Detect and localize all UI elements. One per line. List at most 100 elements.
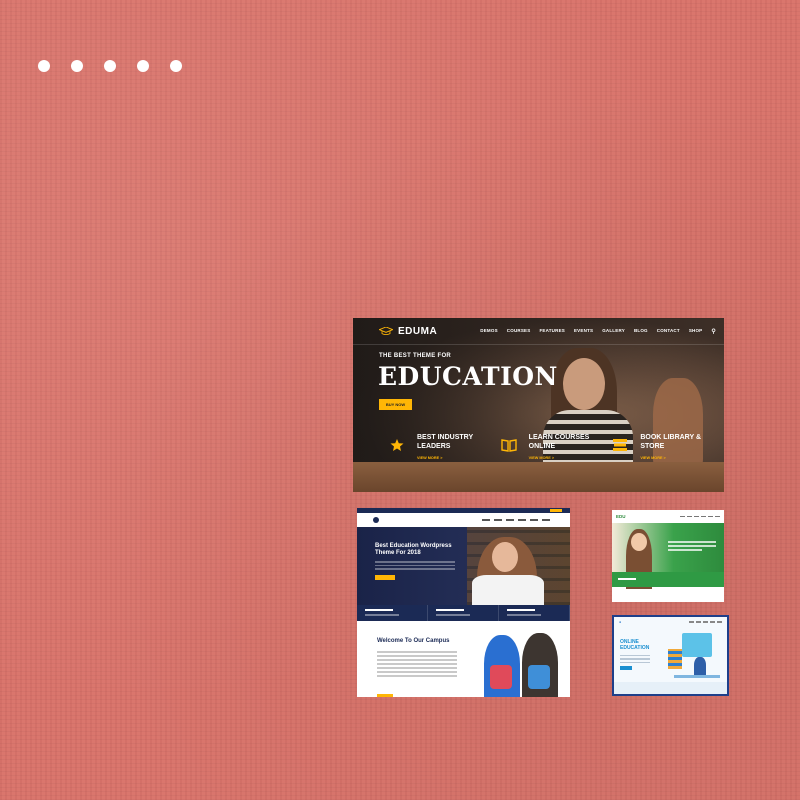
student-face [563,358,605,410]
slide-dots [38,60,182,72]
nav-item[interactable] [542,519,550,521]
top-bar-button[interactable] [550,509,562,512]
nav-item[interactable] [518,519,526,521]
books [668,649,682,669]
campus-button[interactable] [377,694,393,697]
menu-item-contact[interactable]: CONTACT [657,328,680,335]
navbar: EDU [612,510,724,524]
nav-item[interactable] [506,519,514,521]
navbar [357,513,570,528]
student-face [492,542,518,572]
feature-title: BOOK LIBRARY & [640,434,702,441]
backpack [528,665,550,689]
dot [170,60,182,72]
menu-item-courses[interactable]: COURSES [507,328,531,335]
menu-item-blog[interactable]: BLOG [634,328,648,335]
dot [38,60,50,72]
nav-menu [680,515,720,518]
view-more-link[interactable]: VIEW MORE > [417,456,473,460]
menu-item-shop[interactable]: SHOP [689,328,703,335]
hero-button[interactable] [620,666,632,670]
eduma-logo[interactable]: EDUMA [379,326,437,337]
online-education-screenshot: ● ONLINE EDUCATION [612,615,729,696]
menu-item-gallery[interactable]: GALLERY [602,328,625,335]
nav-item[interactable] [717,621,722,623]
feature-row: BEST INDUSTRY LEADERS VIEW MORE > LEARN … [379,426,714,472]
hero-text [375,561,455,572]
nav-item[interactable] [715,515,720,518]
buy-now-button[interactable]: BUY NOW [379,399,412,410]
eduma-navbar: EDUMA DEMOS COURSES FEATURES EVENTS GALL… [353,318,724,345]
page-frame: ● ONLINE EDUCATION [614,617,727,694]
feature-strip [357,605,570,621]
menu-item-features[interactable]: FEATURES [539,328,565,335]
feature-item[interactable] [499,605,570,621]
dot [137,60,149,72]
feature-learn-courses[interactable]: LEARN COURSES ONLINE VIEW MORE > [491,426,603,472]
edukat-screenshot: EDU [612,510,724,602]
book-stack-icon [613,439,628,451]
hero-section [612,523,724,589]
eduma-screenshot: EDUMA DEMOS COURSES FEATURES EVENTS GALL… [353,318,724,492]
hero-title: Best Education Wordpress Theme For 2018 [375,543,452,556]
logo-text: EDUMA [398,325,438,337]
hero-text [620,655,650,665]
hero-bar [612,572,724,587]
campus-heading: Welcome To Our Campus [377,638,450,644]
nav-item[interactable] [696,621,701,623]
hero-title-line: EDUCATION [620,645,650,651]
campus-text [377,651,457,679]
feature-title: BEST INDUSTRY [417,434,474,441]
hero-title: ONLINE EDUCATION [620,639,649,651]
nav-item[interactable] [701,515,706,518]
hero-button[interactable] [375,575,395,580]
hero-headline: EDUCATION [378,362,558,391]
logo-mark-icon [373,517,379,523]
nav-item[interactable] [689,621,694,623]
dot [71,60,83,72]
site-logo[interactable]: EDU [616,514,626,519]
nav-item[interactable] [687,515,692,518]
nav-item[interactable] [680,515,685,518]
hero-eyebrow: THE BEST THEME FOR [379,353,452,359]
open-book-icon [500,439,517,452]
graduation-cap-icon [379,327,393,335]
dot [104,60,116,72]
student-face [631,533,647,551]
desk [674,675,720,678]
star-award-icon [390,439,404,451]
hero-text [668,541,716,553]
nav-item[interactable] [710,621,715,623]
site-logo[interactable] [373,517,379,523]
backpack [490,665,512,689]
feature-best-industry[interactable]: BEST INDUSTRY LEADERS VIEW MORE > [379,426,491,472]
hero-section: Best Education Wordpress Theme For 2018 [357,527,570,627]
feature-title: ONLINE [528,442,556,450]
view-more-link[interactable]: VIEW MORE > [640,456,701,460]
feature-title: STORE [640,442,665,450]
footer-strip [614,682,727,694]
site-logo[interactable]: ● [619,620,621,624]
menu-item-demos[interactable]: DEMOS [480,328,498,335]
elearning-illustration [664,631,724,681]
students-image [482,629,562,697]
eduma-menu: DEMOS COURSES FEATURES EVENTS GALLERY BL… [480,328,716,335]
nav-item[interactable] [482,519,490,521]
nav-menu [689,621,722,623]
feature-item[interactable] [357,605,428,621]
nav-item[interactable] [494,519,502,521]
education-theme-screenshot: Best Education Wordpress Theme For 2018 … [357,508,570,697]
person [694,657,706,677]
nav-item[interactable] [694,515,699,518]
feature-item[interactable] [428,605,499,621]
nav-item[interactable] [530,519,538,521]
feature-title: LEARN COURSES [528,434,590,441]
nav-menu [482,519,550,521]
feature-book-library[interactable]: BOOK LIBRARY & STORE VIEW MORE > [602,426,714,472]
campus-section: Welcome To Our Campus [357,621,570,697]
nav-item[interactable] [703,621,708,623]
search-icon[interactable]: ⚲ [711,328,716,335]
view-more-link[interactable]: VIEW MORE > [529,456,590,460]
menu-item-events[interactable]: EVENTS [574,328,593,335]
nav-item[interactable] [708,515,713,518]
